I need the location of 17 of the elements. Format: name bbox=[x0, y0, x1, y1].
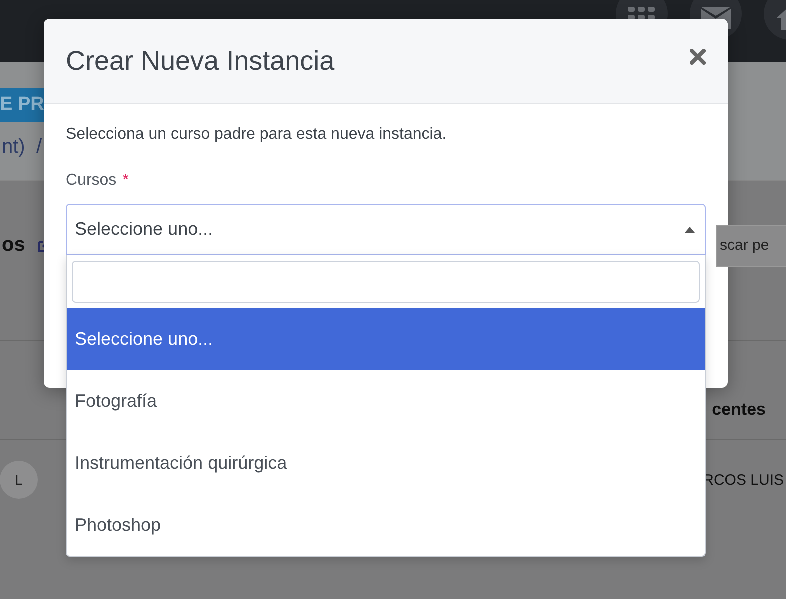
search-field[interactable] bbox=[72, 261, 700, 303]
dropdown-option[interactable]: Fotografía bbox=[67, 370, 705, 432]
description: Selecciona un curso padre para esta nueva instancia. bbox=[66, 126, 448, 144]
close-button[interactable] bbox=[690, 49, 706, 65]
avatar: L bbox=[0, 461, 38, 499]
required-mark: * bbox=[122, 172, 129, 190]
dropdown-option[interactable]: Photoshop bbox=[67, 494, 705, 556]
table-header: centes bbox=[712, 400, 766, 420]
course-select[interactable]: Seleccione uno... bbox=[66, 204, 706, 255]
modal-title: Crear Nueva Instancia bbox=[66, 46, 335, 76]
dropdown-option[interactable]: Seleccione uno... bbox=[67, 308, 705, 370]
badge: E PR bbox=[0, 88, 44, 122]
caret-icon bbox=[685, 226, 695, 232]
section-title: os bbox=[2, 234, 26, 257]
search-field[interactable]: scar pe bbox=[716, 224, 786, 266]
field-label: Cursos bbox=[66, 172, 117, 190]
dropdown-option[interactable]: Instrumentación quirúrgica bbox=[67, 432, 705, 494]
